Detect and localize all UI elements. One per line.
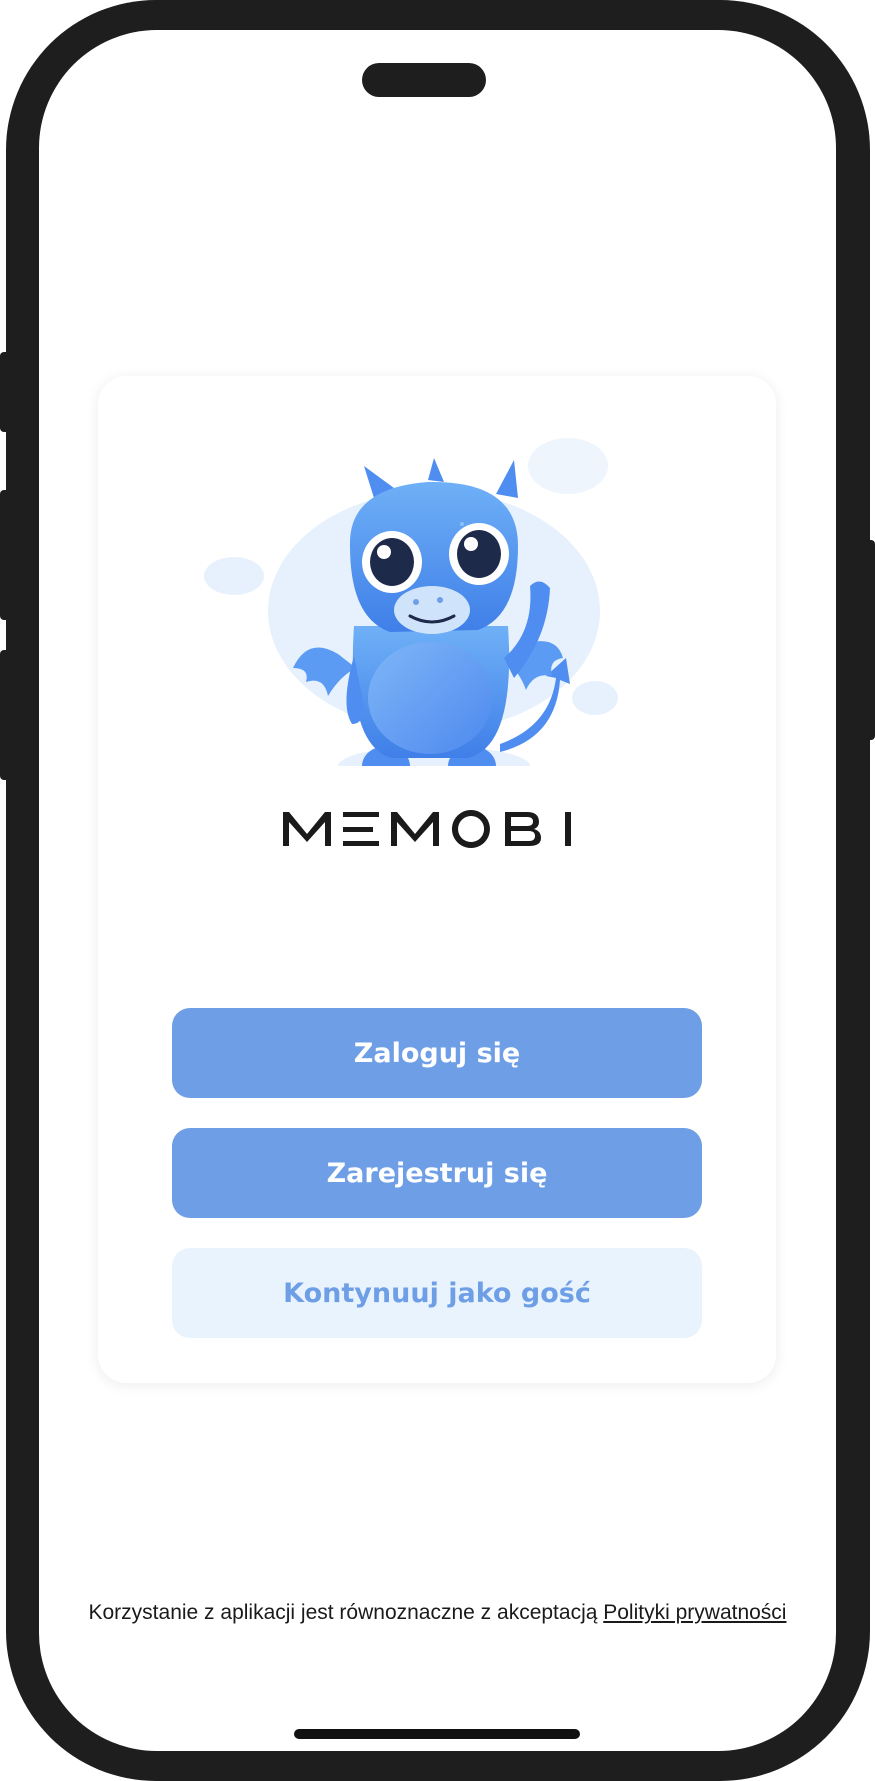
memobi-logo	[283, 810, 571, 848]
continue-as-guest-button[interactable]: Kontynuuj jako gość	[172, 1248, 702, 1338]
consent-statement: Korzystanie z aplikacji jest równoznaczn…	[88, 1601, 604, 1624]
app-screen: Zaloguj się Zarejestruj się Kontynuuj ja…	[39, 30, 836, 1751]
decor-bubble	[204, 557, 264, 595]
dynamic-island	[362, 63, 486, 97]
device-mockup: Zaloguj się Zarejestruj się Kontynuuj ja…	[0, 0, 875, 1781]
welcome-card: Zaloguj się Zarejestruj się Kontynuuj ja…	[98, 376, 776, 1383]
dragon-mascot-illustration	[204, 438, 618, 766]
login-button[interactable]: Zaloguj się	[172, 1008, 702, 1098]
legal-consent-text: Korzystanie z aplikacji jest równoznaczn…	[79, 1600, 796, 1626]
login-button-label: Zaloguj się	[353, 1037, 521, 1069]
register-button[interactable]: Zarejestruj się	[172, 1128, 702, 1218]
decor-bubble	[528, 438, 608, 494]
home-indicator[interactable]	[294, 1729, 580, 1739]
guest-button-label: Kontynuuj jako gość	[283, 1277, 591, 1309]
decor-bubble	[572, 681, 618, 715]
register-button-label: Zarejestruj się	[326, 1157, 548, 1189]
privacy-policy-link[interactable]: Polityki prywatności	[603, 1601, 786, 1624]
